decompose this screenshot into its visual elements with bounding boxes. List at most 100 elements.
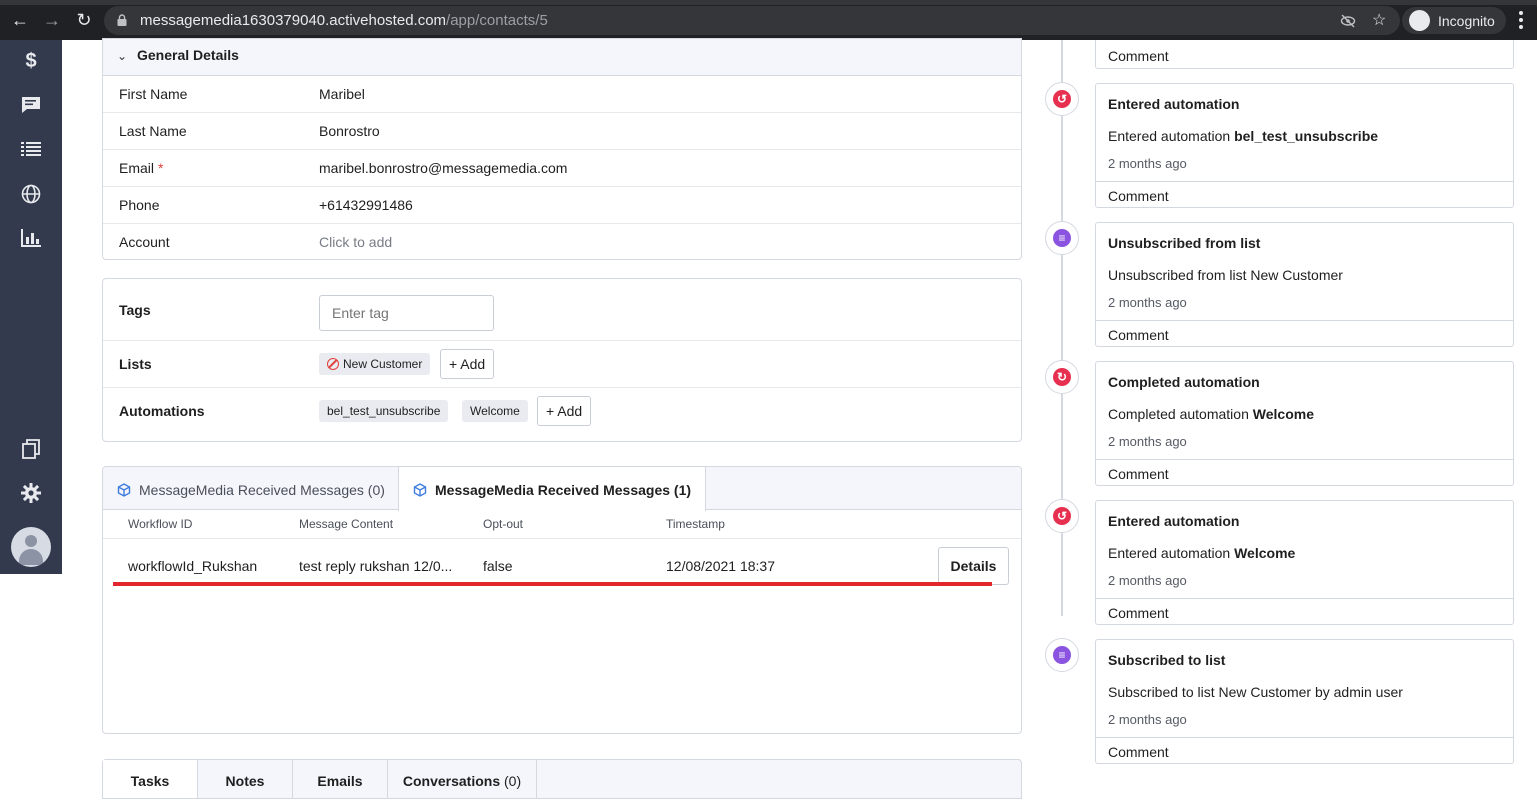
timeline-description: Entered automation Welcome [1108, 545, 1296, 561]
workflow-id-cell: workflowId_Rukshan [128, 558, 258, 574]
column-header: Message Content [299, 517, 394, 531]
field-row-email: Email * maribel.bonrostro@messagemedia.co… [103, 150, 1021, 187]
timeline-card: Unsubscribed from list Unsubscribed from… [1095, 222, 1514, 347]
tab-received-messages-1[interactable]: MessageMedia Received Messages (1) [398, 467, 707, 511]
automation-entered-icon: ↺ [1045, 82, 1079, 116]
forward-icon[interactable]: → [42, 10, 62, 30]
cube-icon [117, 483, 131, 497]
incognito-badge[interactable]: Incognito [1402, 7, 1506, 34]
chevron-down-icon: ⌄ [117, 49, 128, 63]
field-value[interactable]: Maribel [319, 86, 365, 102]
comment-link[interactable]: Comment [1096, 181, 1513, 208]
details-button[interactable]: Details [938, 547, 1009, 585]
lists-row: Lists New Customer + Add [103, 341, 1021, 388]
star-icon[interactable]: ☆ [1372, 10, 1386, 30]
lists-label: Lists [119, 356, 152, 372]
comment-link[interactable]: Comment [1096, 459, 1513, 486]
column-header: Opt-out [483, 517, 524, 531]
globe-icon[interactable] [19, 182, 43, 206]
timeline-description: Subscribed to list New Customer by admin… [1108, 684, 1403, 700]
timeline-time: 2 months ago [1108, 295, 1187, 310]
automation-completed-icon: ↻ [1045, 360, 1079, 394]
timeline-description: Entered automation bel_test_unsubscribe [1108, 128, 1379, 144]
timeline-card: Subscribed to list Subscribed to list Ne… [1095, 639, 1514, 764]
avatar[interactable] [11, 527, 51, 567]
timeline-card-comment[interactable]: Comment [1095, 40, 1514, 69]
timeline-description: Completed automation Welcome [1108, 406, 1314, 422]
required-mark: * [158, 160, 164, 176]
tag-input[interactable] [319, 295, 494, 331]
address-bar[interactable]: messagemedia1630379040.activehosted.com/… [104, 6, 1400, 35]
timeline-description: Unsubscribed from list New Customer [1108, 267, 1343, 283]
timeline-time: 2 months ago [1108, 573, 1187, 588]
tab-conversations[interactable]: Conversations (0) [388, 760, 537, 798]
comment-link[interactable]: Comment [1096, 320, 1513, 347]
field-value[interactable]: Click to add [319, 234, 392, 250]
tab-tasks[interactable]: Tasks [103, 760, 198, 798]
activity-tabs: Tasks Notes Emails Conversations (0) [102, 759, 1022, 799]
tags-label: Tags [119, 302, 151, 318]
timeline-title: Completed automation [1108, 374, 1260, 390]
field-row-first-name: First Name Maribel [103, 76, 1021, 113]
add-automation-button[interactable]: + Add [537, 396, 592, 426]
tab-received-messages-0[interactable]: MessageMedia Received Messages (0) [103, 467, 399, 510]
timeline-card: Completed automation Completed automatio… [1095, 361, 1514, 486]
browser-menu-icon[interactable] [1519, 11, 1523, 29]
field-row-account: Account Click to add [103, 224, 1021, 261]
incognito-icon [1409, 10, 1430, 31]
list-icon: ≡ [1045, 638, 1079, 672]
add-list-button[interactable]: + Add [440, 349, 495, 379]
tab-strip [0, 0, 1537, 5]
field-label: Last Name [119, 123, 187, 139]
highlight-underline [113, 582, 992, 586]
timeline-title: Entered automation [1108, 96, 1240, 112]
chat-icon[interactable] [19, 93, 43, 117]
comment-link[interactable]: Comment [1096, 598, 1513, 625]
bar-chart-icon[interactable] [19, 226, 43, 250]
eye-off-icon[interactable] [1340, 13, 1356, 29]
list-chip[interactable]: New Customer [319, 353, 431, 375]
field-label: Phone [119, 197, 160, 213]
field-row-last-name: Last Name Bonrostro [103, 113, 1021, 150]
dollar-icon[interactable]: $ [19, 49, 43, 73]
browser-toolbar: ← → ↻ messagemedia1630379040.activehoste… [0, 0, 1537, 40]
field-label: First Name [119, 86, 188, 102]
automations-row: Automations bel_test_unsubscribe Welcome… [103, 388, 1021, 441]
reload-icon[interactable]: ↻ [74, 10, 94, 30]
column-header: Timestamp [666, 517, 725, 531]
messagemedia-panel: MessageMedia Received Messages (0) Messa… [102, 466, 1022, 734]
field-value[interactable]: maribel.bonrostro@messagemedia.com [319, 160, 567, 176]
general-details-title: General Details [137, 47, 239, 63]
lock-icon [117, 14, 127, 26]
messagemedia-tabs: MessageMedia Received Messages (0) Messa… [103, 467, 1021, 511]
automation-chip[interactable]: Welcome [462, 400, 528, 422]
opt-out-cell: false [483, 558, 513, 574]
list-icon[interactable] [19, 137, 43, 161]
automation-chip[interactable]: bel_test_unsubscribe [319, 400, 449, 422]
copy-icon[interactable] [19, 437, 43, 461]
timeline-title: Unsubscribed from list [1108, 235, 1261, 251]
comment-link[interactable]: Comment [1096, 737, 1513, 764]
column-header: Workflow ID [128, 517, 193, 531]
general-details-panel: ⌄ General Details First Name Maribel Las… [102, 38, 1022, 260]
field-label: Account [119, 234, 170, 250]
tab-emails[interactable]: Emails [293, 760, 388, 798]
url-text: messagemedia1630379040.activehosted.com/… [140, 12, 548, 29]
field-value[interactable]: +61432991486 [319, 197, 413, 213]
timeline-card: Entered automation Entered automation be… [1095, 83, 1514, 208]
timeline-title: Subscribed to list [1108, 652, 1226, 668]
incognito-label: Incognito [1438, 13, 1495, 29]
list-icon: ≡ [1045, 221, 1079, 255]
field-value[interactable]: Bonrostro [319, 123, 380, 139]
timeline-time: 2 months ago [1108, 156, 1187, 171]
field-row-phone: Phone +61432991486 [103, 187, 1021, 224]
automations-label: Automations [119, 403, 205, 419]
back-icon[interactable]: ← [10, 10, 30, 30]
cube-icon [413, 483, 427, 497]
message-content-cell: test reply rukshan 12/0... [299, 558, 453, 574]
general-details-header[interactable]: ⌄ General Details [103, 39, 1021, 76]
unsubscribed-icon [327, 358, 339, 370]
tab-notes[interactable]: Notes [198, 760, 293, 798]
gear-icon[interactable] [19, 481, 43, 505]
table-row: workflowId_Rukshan test reply rukshan 12… [103, 539, 1021, 587]
